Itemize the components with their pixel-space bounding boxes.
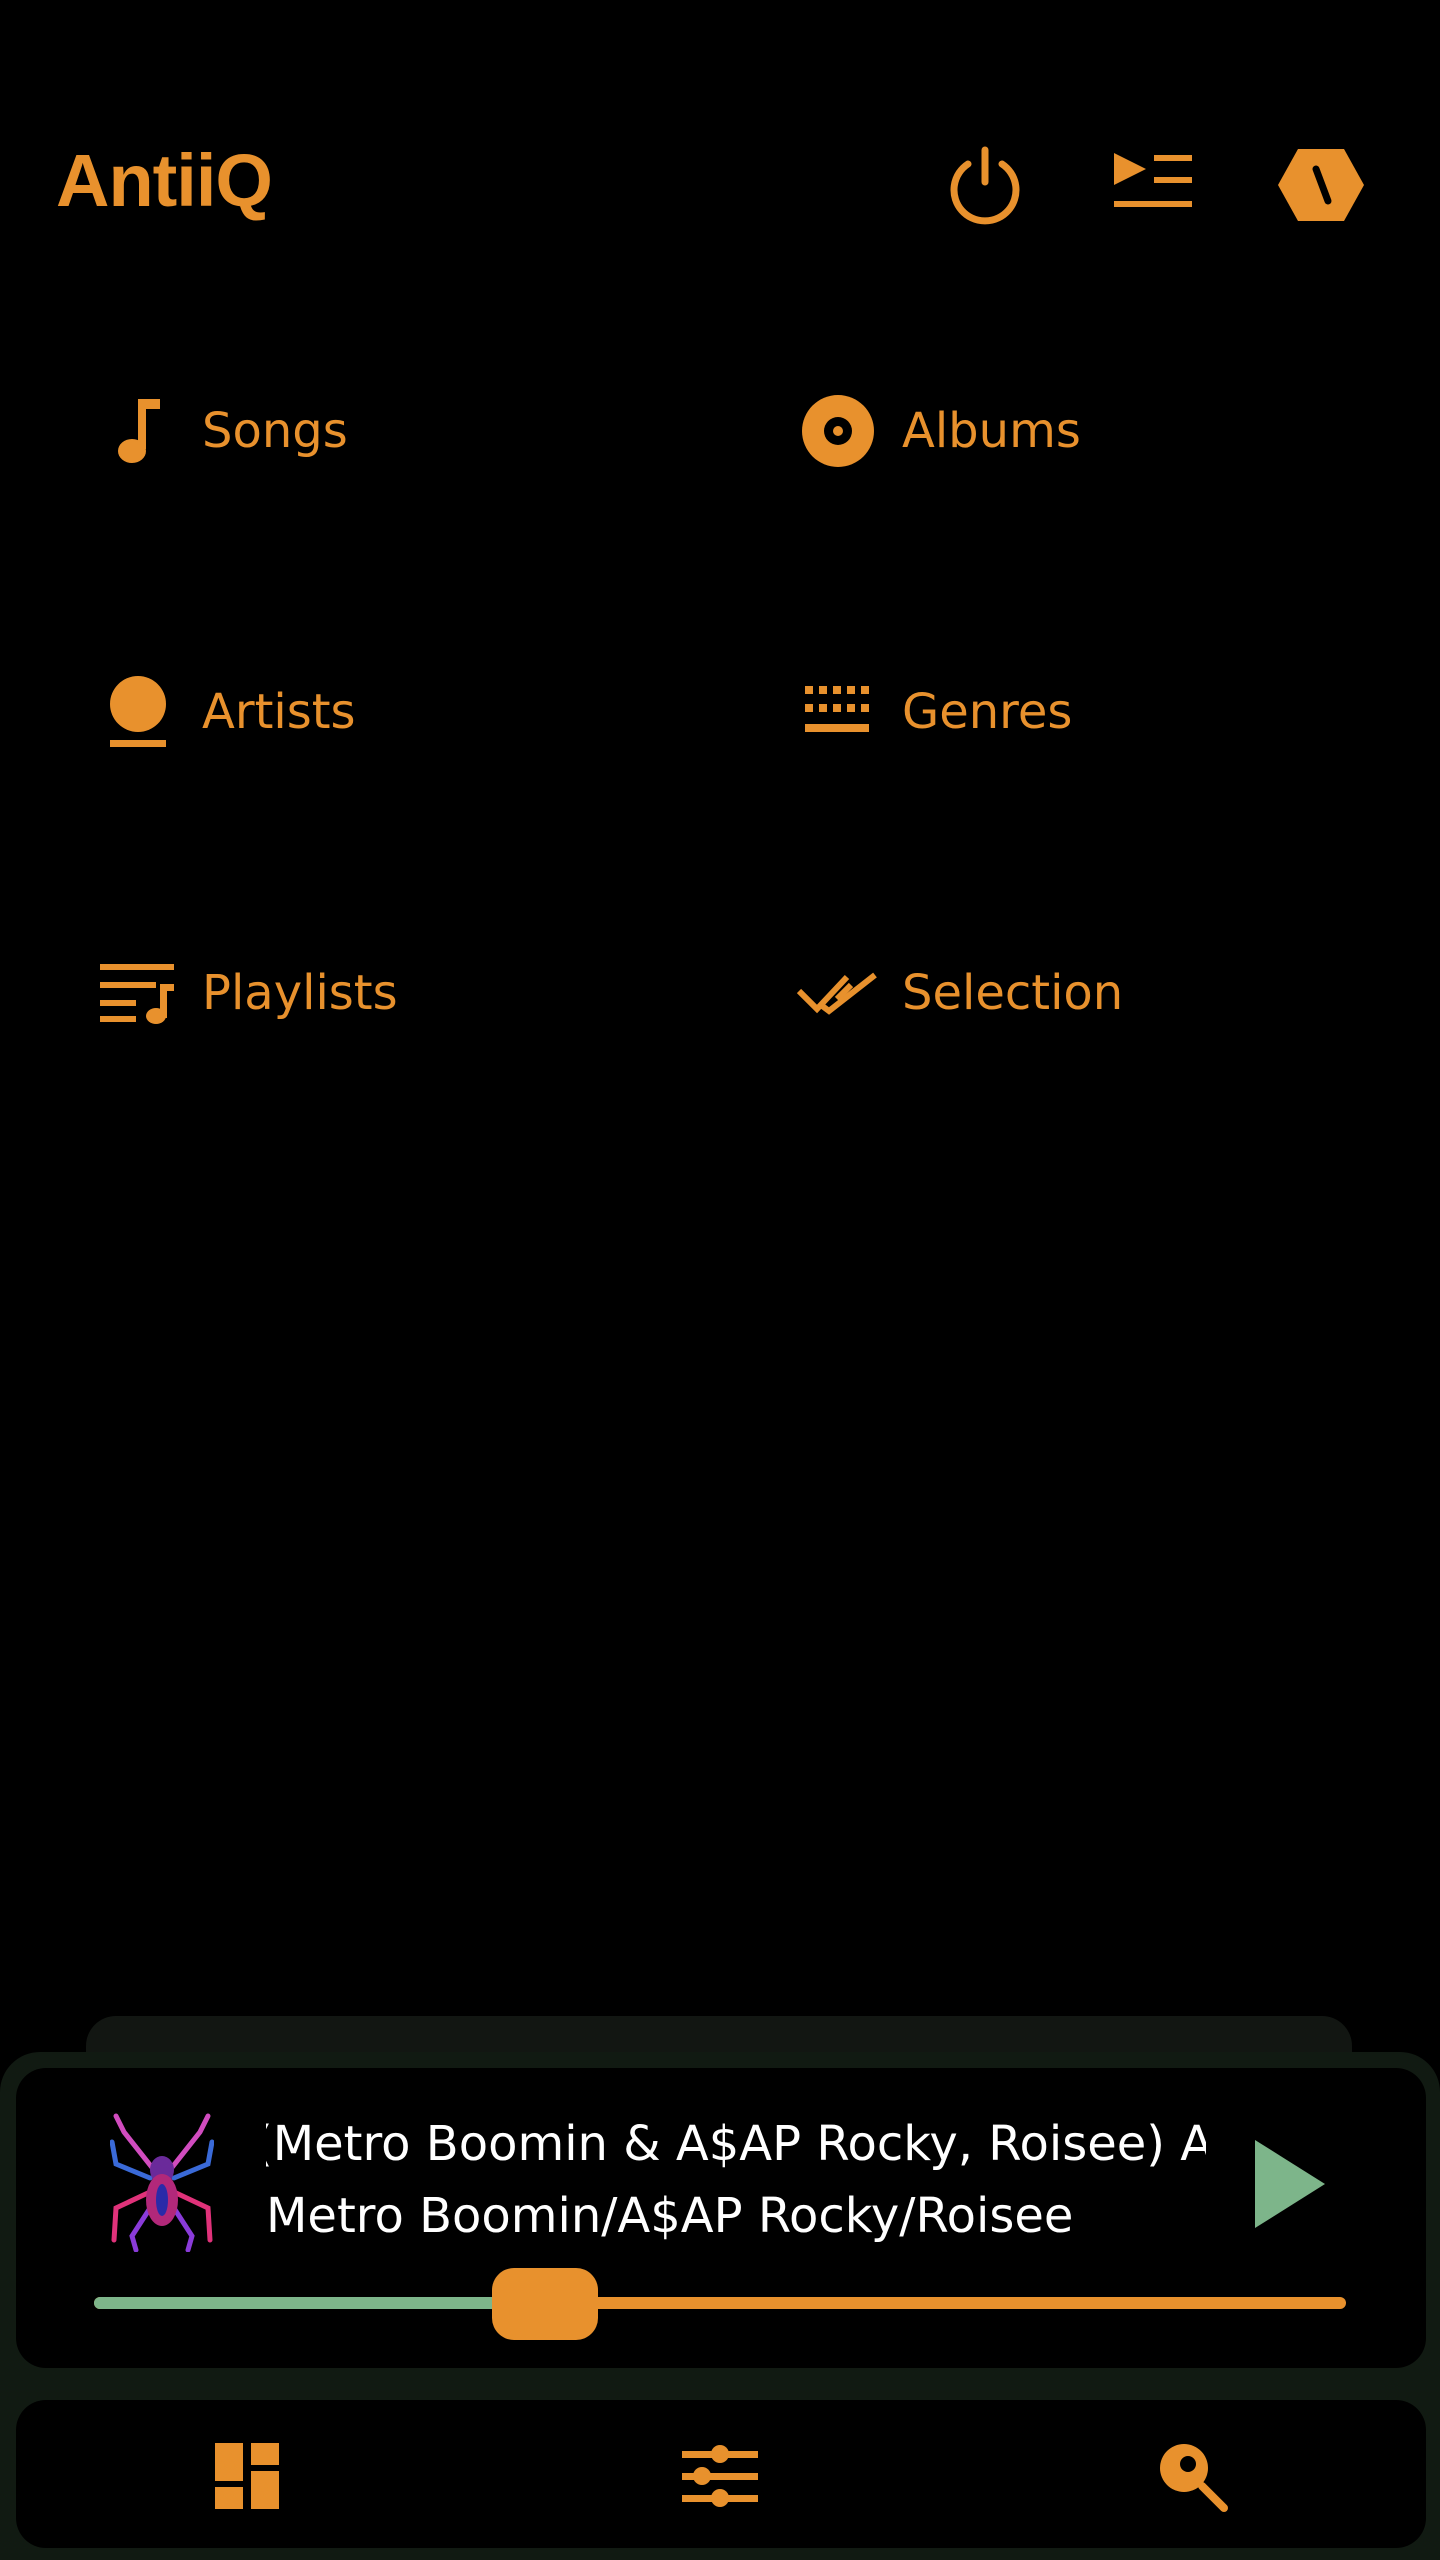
library-playlists[interactable]: Playlists	[88, 938, 398, 1048]
library-genres[interactable]: Genres	[788, 657, 1072, 767]
library-item-label: Genres	[902, 684, 1073, 740]
spider-album-art	[109, 2113, 215, 2253]
seek-bar[interactable]	[94, 2297, 1346, 2309]
library-item-label: Playlists	[202, 965, 398, 1021]
power-icon[interactable]	[940, 140, 1030, 230]
playlist-icon	[88, 953, 188, 1033]
nav-equalizer[interactable]	[672, 2428, 768, 2524]
seek-thumb[interactable]	[491, 2268, 598, 2340]
track-title[interactable]: (Metro Boomin & A$AP Rocky, Roisee) Am	[266, 2116, 1206, 2172]
library-artists[interactable]: Artists	[88, 657, 356, 767]
music-note-icon	[88, 391, 188, 471]
equalizer-icon	[682, 2445, 758, 2507]
queue-icon[interactable]	[1108, 140, 1198, 230]
library-item-label: Selection	[902, 965, 1124, 1021]
seek-bar-progress	[94, 2297, 545, 2309]
track-artist[interactable]: Metro Boomin/A$AP Rocky/Roisee	[266, 2188, 1206, 2244]
app-title: AntiiQ	[56, 139, 273, 222]
artist-person-icon	[88, 672, 188, 752]
dashboard-icon	[215, 2443, 279, 2509]
genres-grid-icon	[788, 672, 888, 752]
album-disc-icon	[788, 391, 888, 471]
settings-hex-icon-graphic	[1278, 149, 1364, 221]
library-selection[interactable]: Selection	[788, 938, 1123, 1048]
double-check-icon	[788, 953, 888, 1033]
play-icon	[1255, 2140, 1325, 2228]
play-button[interactable]	[1245, 2136, 1335, 2232]
nav-search[interactable]	[1144, 2428, 1240, 2524]
library-albums[interactable]: Albums	[788, 376, 1081, 486]
nav-dashboard[interactable]	[200, 2428, 296, 2524]
library-item-label: Artists	[202, 684, 356, 740]
queue-icon-graphic	[1114, 153, 1192, 207]
library-item-label: Albums	[902, 403, 1081, 459]
library-songs[interactable]: Songs	[88, 376, 348, 486]
search-icon	[1160, 2444, 1228, 2512]
settings-hex-icon[interactable]	[1276, 140, 1366, 230]
album-art[interactable]	[109, 2112, 215, 2253]
library-item-label: Songs	[202, 403, 348, 459]
power-icon-graphic	[950, 146, 1020, 225]
